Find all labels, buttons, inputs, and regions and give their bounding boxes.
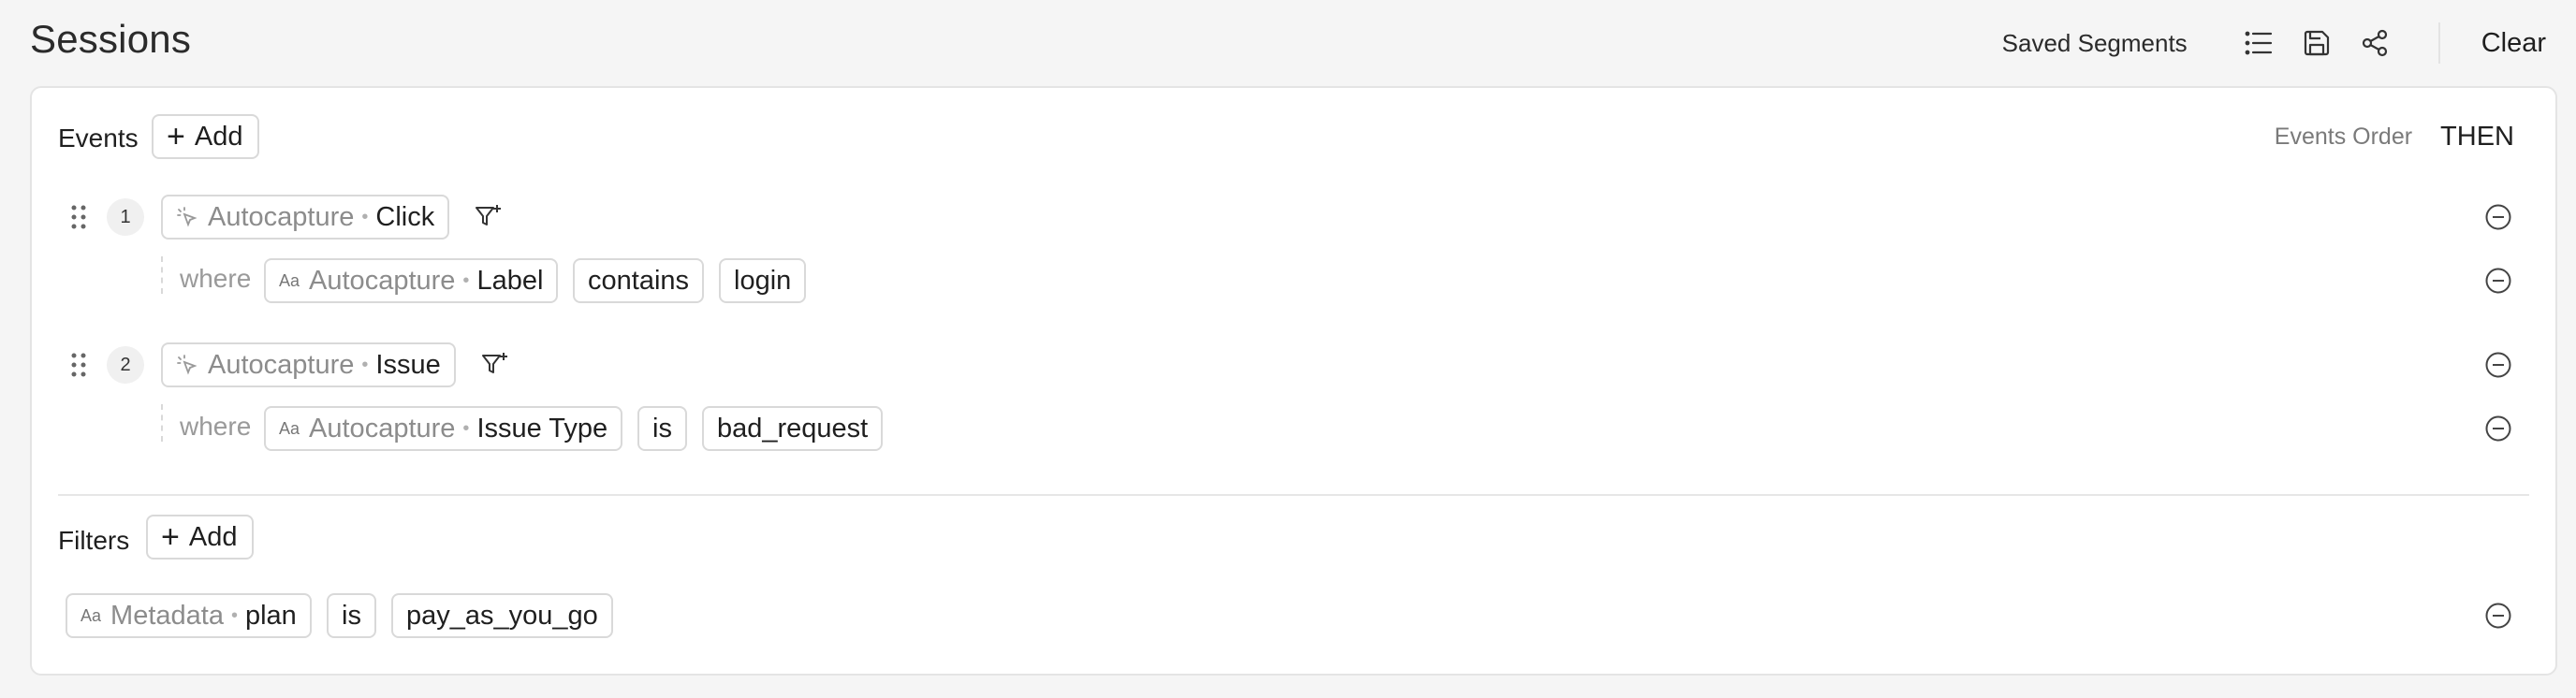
value-label: login: [734, 265, 792, 296]
operator-label: contains: [588, 265, 690, 296]
event-source: Autocapture: [208, 349, 355, 380]
share-icon[interactable]: [2356, 24, 2393, 62]
add-event-label: Add: [194, 121, 243, 152]
property-selector[interactable]: Aa Autocapture • Label: [264, 258, 559, 303]
event-step: 2 Autocapture • Issue: [32, 341, 2555, 389]
remove-step-icon[interactable]: [2482, 349, 2514, 381]
operator-selector[interactable]: is: [637, 406, 687, 451]
operator-selector[interactable]: contains: [573, 258, 705, 303]
event-name: Issue: [375, 349, 441, 380]
separator-dot: •: [462, 417, 470, 439]
operator-selector[interactable]: is: [327, 593, 376, 638]
events-order: Events Order THEN: [2275, 122, 2514, 153]
event-selector[interactable]: Autocapture • Click: [161, 195, 450, 240]
global-filter-row: Aa Metadata • plan is pay_as_you_go: [32, 591, 2555, 640]
clear-button[interactable]: Clear: [2481, 28, 2546, 59]
events-order-select[interactable]: THEN: [2440, 122, 2514, 153]
filters-label: Filters: [58, 526, 130, 555]
event-filter-row: where Aa Autocapture • Label contains lo…: [32, 256, 2555, 305]
property-source: Autocapture: [309, 413, 456, 444]
list-icon[interactable]: [2240, 24, 2277, 62]
property-source: Autocapture: [309, 265, 456, 296]
event-filter-row: where Aa Autocapture • Issue Type is bad…: [32, 404, 2555, 453]
page-header: Sessions Saved Segments Clear: [0, 0, 2576, 86]
event-name: Click: [375, 201, 435, 232]
add-filter-icon[interactable]: [470, 198, 507, 236]
cursor-click-icon: [176, 354, 198, 376]
remove-filter-icon[interactable]: [2482, 413, 2514, 444]
search-card: Events + Add Events Order THEN 1 Autocap…: [30, 86, 2557, 676]
add-filter-label: Add: [188, 521, 238, 552]
text-type-icon: Aa: [80, 605, 102, 625]
add-event-button[interactable]: + Add: [152, 114, 260, 159]
save-icon[interactable]: [2298, 24, 2335, 62]
where-label: where: [180, 264, 252, 293]
where-label: where: [180, 412, 252, 441]
header-divider: [2437, 22, 2440, 64]
events-order-label: Events Order: [2274, 124, 2413, 150]
value-input[interactable]: bad_request: [702, 406, 884, 451]
cursor-click-icon: [176, 206, 198, 228]
separator-dot: •: [462, 269, 470, 291]
saved-segments-button[interactable]: Saved Segments: [2002, 29, 2188, 58]
add-filter-button[interactable]: + Add: [146, 515, 255, 560]
plus-icon: +: [161, 519, 180, 555]
remove-step-icon[interactable]: [2482, 201, 2514, 233]
property-selector[interactable]: Aa Metadata • plan: [66, 593, 312, 638]
drag-handle-icon[interactable]: [69, 204, 88, 230]
drag-handle-icon[interactable]: [69, 352, 88, 378]
operator-label: is: [342, 600, 361, 631]
separator-dot: •: [361, 206, 369, 227]
value-label: pay_as_you_go: [406, 600, 598, 631]
operator-label: is: [652, 413, 672, 444]
plus-icon: +: [167, 119, 185, 154]
remove-filter-icon[interactable]: [2482, 600, 2514, 632]
property-source: Metadata: [110, 600, 224, 631]
page-title: Sessions: [30, 17, 192, 61]
step-number: 1: [107, 198, 144, 236]
event-step: 1 Autocapture • Click: [32, 193, 2555, 241]
value-input[interactable]: login: [719, 258, 807, 303]
property-selector[interactable]: Aa Autocapture • Issue Type: [264, 406, 623, 451]
header-actions: Saved Segments Clear: [2002, 21, 2546, 65]
step-number: 2: [107, 346, 144, 384]
events-label: Events: [58, 124, 139, 153]
section-divider: [58, 494, 2529, 496]
add-filter-icon[interactable]: [476, 346, 514, 384]
text-type-icon: Aa: [279, 270, 300, 290]
remove-filter-icon[interactable]: [2482, 265, 2514, 297]
separator-dot: •: [230, 604, 238, 626]
value-input[interactable]: pay_as_you_go: [391, 593, 613, 638]
property-name: Issue Type: [476, 413, 608, 444]
property-name: Label: [476, 265, 544, 296]
event-selector[interactable]: Autocapture • Issue: [161, 342, 456, 387]
value-label: bad_request: [717, 413, 869, 444]
separator-dot: •: [361, 354, 369, 375]
text-type-icon: Aa: [279, 418, 300, 438]
event-source: Autocapture: [208, 201, 355, 232]
property-name: plan: [244, 600, 297, 631]
